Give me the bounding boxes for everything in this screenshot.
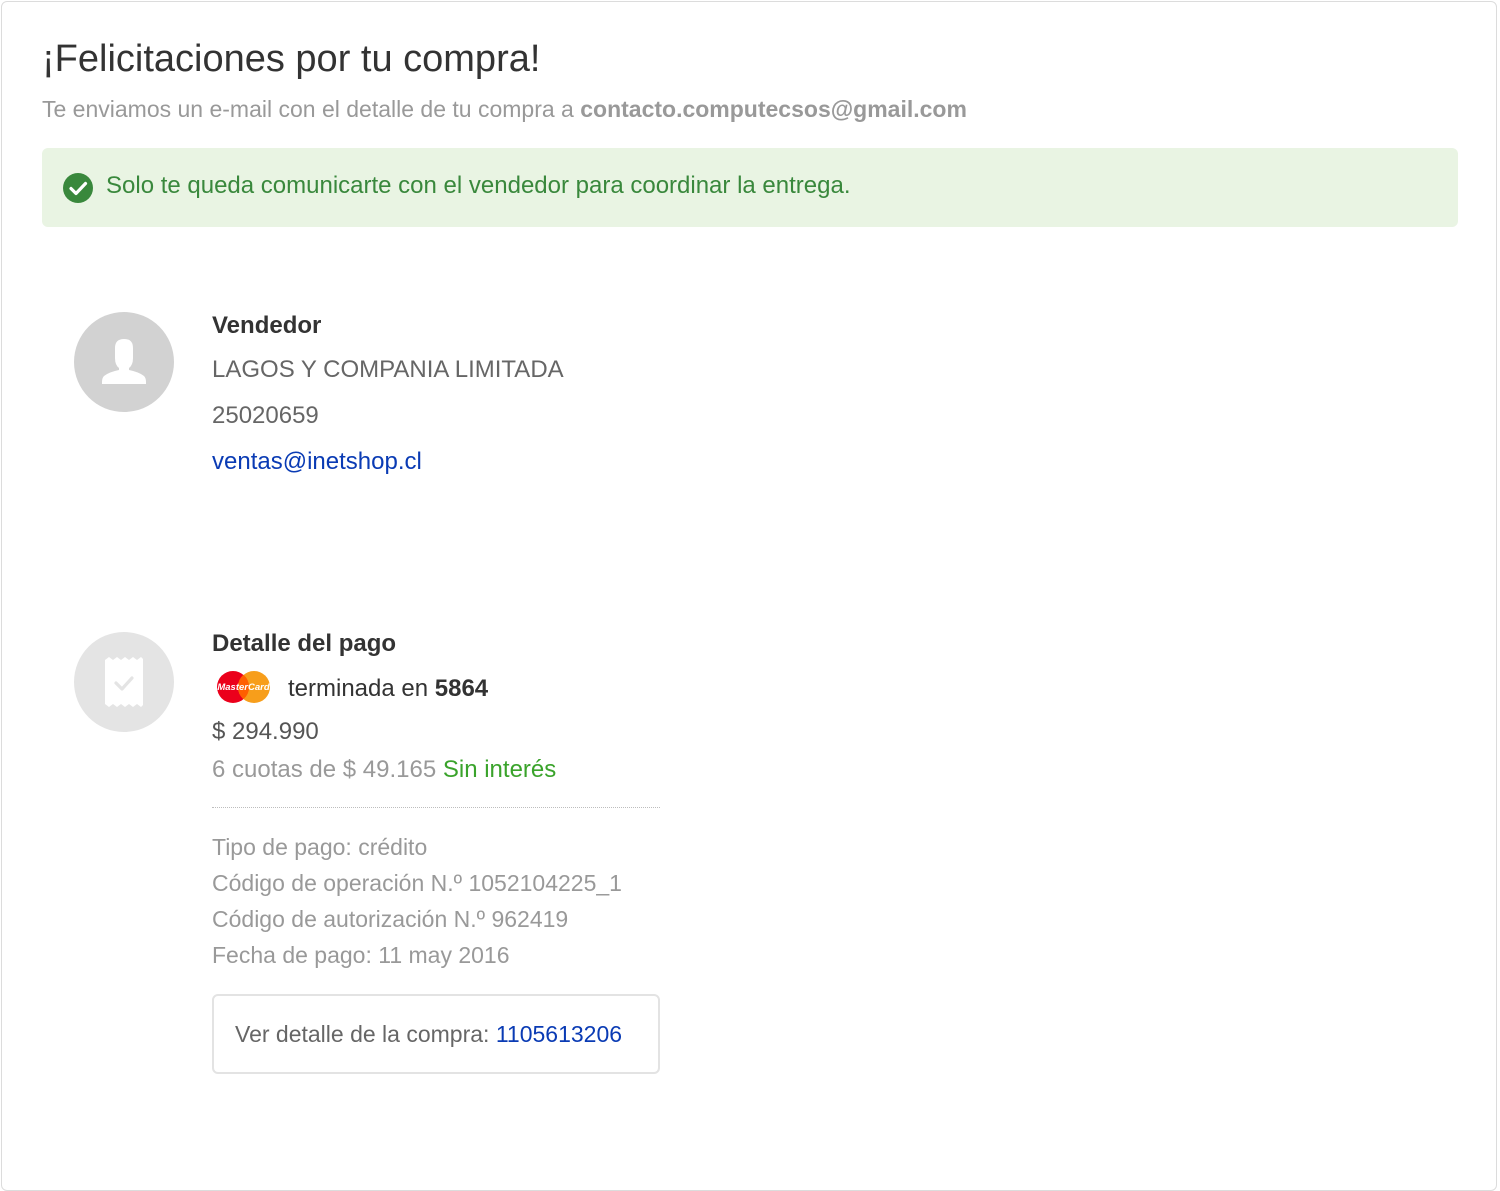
operation-code: Código de operación N.º 1052104225_1 (212, 870, 622, 896)
seller-heading: Vendedor (212, 312, 322, 339)
subtitle-prefix: Te enviamos un e-mail con el detalle de … (42, 96, 574, 122)
order-detail-box: Ver detalle de la compra: 1105613206 (212, 994, 660, 1074)
interest-free-label: Sin interés (442, 756, 557, 783)
seller-phone: 25020659 (212, 402, 319, 429)
payment-date: Fecha de pago: 11 may 2016 (212, 942, 510, 968)
email-confirmation-text: Te enviamos un e-mail con el detalle de … (42, 96, 967, 123)
payment-divider (212, 807, 660, 808)
page-title: ¡Felicitaciones por tu compra! (42, 38, 541, 80)
payment-avatar (74, 632, 174, 732)
card-ending-text: terminada en 5864 (288, 675, 488, 703)
order-number-link[interactable]: 1105613206 (496, 1021, 622, 1047)
mastercard-icon: MasterCard (217, 671, 270, 703)
seller-email-link[interactable]: ventas@inetshop.cl (212, 448, 422, 476)
seller-avatar (74, 312, 174, 412)
payment-amount: $ 294.990 (212, 718, 319, 745)
order-detail-label: Ver detalle de la compra: (235, 1021, 490, 1047)
authorization-code: Código de autorización N.º 962419 (212, 906, 569, 932)
success-notice: Solo te queda comunicarte con el vendedo… (42, 148, 1458, 227)
installments-text: 6 cuotas de $ 49.165 (212, 756, 437, 783)
notice-message: Solo te queda comunicarte con el vendedo… (106, 172, 851, 199)
check-circle-icon (63, 173, 93, 203)
installments-row: 6 cuotas de $ 49.165 Sin interés (212, 756, 556, 784)
order-detail-text: Ver detalle de la compra: 1105613206 (235, 1021, 622, 1048)
payment-heading: Detalle del pago (212, 630, 397, 657)
card-last-digits: 5864 (434, 675, 489, 702)
user-avatar-icon (102, 339, 146, 384)
payment-type: Tipo de pago: crédito (212, 834, 428, 860)
card-ending-prefix: terminada en (288, 675, 429, 702)
buyer-email: contacto.computecsos@gmail.com (580, 96, 967, 122)
card-brand-text: MasterCard (217, 682, 269, 693)
seller-name: LAGOS Y COMPANIA LIMITADA (212, 356, 564, 383)
receipt-icon (105, 657, 143, 707)
